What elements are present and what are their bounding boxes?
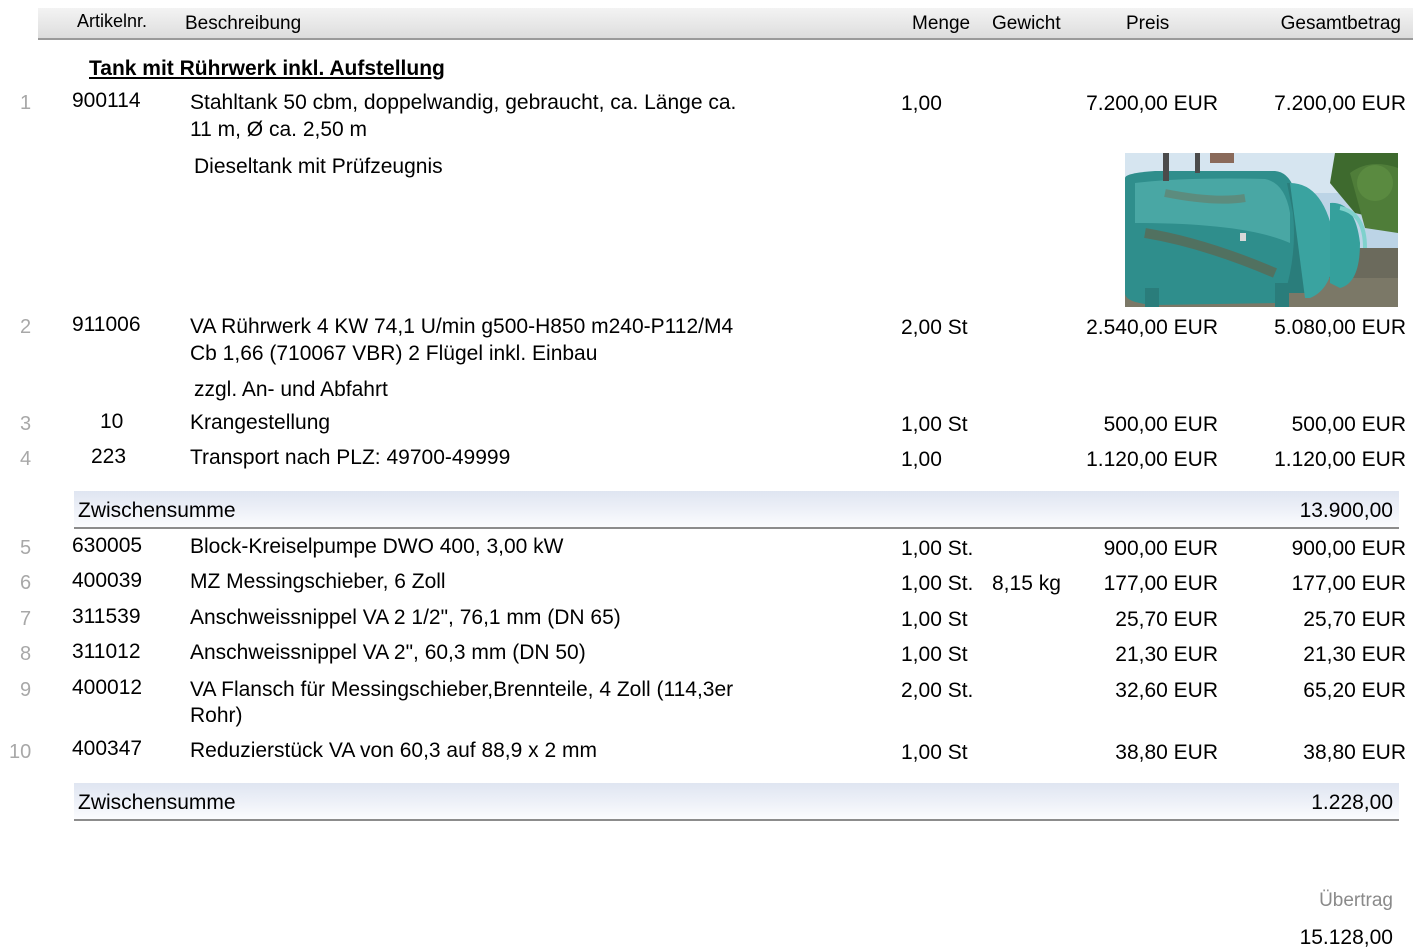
article-number: 630005 bbox=[72, 534, 143, 557]
item-price: 32,60 EUR bbox=[1115, 679, 1218, 702]
item-quantity: 2,00 St bbox=[901, 316, 968, 339]
item-quantity: 1,00 St bbox=[901, 643, 968, 666]
item-description: Anschweissnippel VA 2 1/2", 76,1 mm (DN … bbox=[190, 606, 621, 629]
tank-photo bbox=[1125, 153, 1398, 307]
item-price: 2.540,00 EUR bbox=[1086, 316, 1218, 339]
item-description: VA Flansch für Messingschieber,Brennteil… bbox=[190, 678, 734, 701]
item-price: 7.200,00 EUR bbox=[1086, 92, 1218, 115]
position-number: 10 bbox=[9, 741, 32, 763]
item-total: 38,80 EUR bbox=[1303, 741, 1406, 764]
item-quantity: 1,00 St bbox=[901, 741, 968, 764]
article-number: 400012 bbox=[72, 676, 143, 699]
item-quantity: 2,00 St. bbox=[901, 679, 974, 702]
item-description-cont: Rohr) bbox=[190, 704, 243, 727]
item-total: 25,70 EUR bbox=[1303, 608, 1406, 631]
col-header-preis: Preis bbox=[1126, 13, 1170, 34]
item-price: 38,80 EUR bbox=[1115, 741, 1218, 764]
item-total: 7.200,00 EUR bbox=[1274, 92, 1406, 115]
item-total: 5.080,00 EUR bbox=[1274, 316, 1406, 339]
item-quantity: 1,00 bbox=[901, 92, 942, 115]
item-description-cont: 11 m, Ø ca. 2,50 m bbox=[190, 118, 368, 141]
item-description-cont: Cb 1,66 (710067 VBR) 2 Flügel inkl. Einb… bbox=[190, 342, 598, 365]
item-description: VA Rührwerk 4 KW 74,1 U/min g500-H850 m2… bbox=[190, 315, 734, 338]
item-note: zzgl. An- und Abfahrt bbox=[194, 378, 388, 401]
subtotal-bar bbox=[74, 491, 1399, 529]
carryover-value: 15.128,00 bbox=[1299, 926, 1393, 949]
item-description: Reduzierstück VA von 60,3 auf 88,9 x 2 m… bbox=[190, 739, 597, 762]
col-header-beschreibung: Beschreibung bbox=[185, 13, 302, 34]
position-number: 6 bbox=[20, 572, 32, 594]
carryover-label: Übertrag bbox=[1319, 890, 1393, 911]
section-title: Tank mit Rührwerk inkl. Aufstellung bbox=[89, 57, 445, 80]
item-quantity: 1,00 bbox=[901, 448, 942, 471]
article-number: 400347 bbox=[72, 737, 143, 760]
item-price: 21,30 EUR bbox=[1115, 643, 1218, 666]
item-quantity: 1,00 St bbox=[901, 608, 968, 631]
article-number: 900114 bbox=[72, 89, 141, 112]
position-number: 7 bbox=[20, 608, 32, 630]
position-number: 5 bbox=[20, 537, 32, 559]
item-price: 25,70 EUR bbox=[1115, 608, 1218, 631]
item-description: Block-Kreiselpumpe DWO 400, 3,00 kW bbox=[190, 535, 564, 558]
subtotal-label: Zwischensumme bbox=[78, 499, 236, 522]
item-price: 900,00 EUR bbox=[1103, 537, 1218, 560]
item-total: 21,30 EUR bbox=[1303, 643, 1406, 666]
position-number: 2 bbox=[20, 316, 32, 338]
item-description: Stahltank 50 cbm, doppelwandig, gebrauch… bbox=[190, 91, 737, 114]
item-total: 500,00 EUR bbox=[1291, 413, 1406, 436]
subtotal-label: Zwischensumme bbox=[78, 791, 236, 814]
item-description: MZ Messingschieber, 6 Zoll bbox=[190, 570, 446, 593]
article-number: 911006 bbox=[72, 313, 141, 336]
item-description: Krangestellung bbox=[190, 411, 331, 434]
item-quantity: 1,00 St. bbox=[901, 537, 974, 560]
article-number: 311539 bbox=[72, 605, 141, 628]
article-number: 10 bbox=[100, 410, 124, 433]
article-number: 311012 bbox=[72, 640, 141, 663]
article-number: 400039 bbox=[72, 569, 143, 592]
article-number: 223 bbox=[91, 445, 127, 468]
item-price: 177,00 EUR bbox=[1103, 572, 1218, 595]
position-number: 4 bbox=[20, 448, 32, 470]
item-note: Dieseltank mit Prüfzeugnis bbox=[194, 155, 443, 178]
position-number: 1 bbox=[20, 92, 32, 114]
position-number: 8 bbox=[20, 643, 32, 665]
item-description: Transport nach PLZ: 49700-49999 bbox=[190, 446, 511, 469]
item-total: 1.120,00 EUR bbox=[1274, 448, 1406, 471]
subtotal-value: 13.900,00 bbox=[1299, 499, 1393, 522]
item-total: 177,00 EUR bbox=[1291, 572, 1406, 595]
item-description: Anschweissnippel VA 2", 60,3 mm (DN 50) bbox=[190, 641, 586, 664]
position-number: 3 bbox=[20, 413, 32, 435]
subtotal-bar bbox=[74, 783, 1399, 821]
item-total: 65,20 EUR bbox=[1303, 679, 1406, 702]
item-weight: 8,15 kg bbox=[992, 572, 1061, 595]
item-price: 1.120,00 EUR bbox=[1086, 448, 1218, 471]
subtotal-value: 1.228,00 bbox=[1311, 791, 1393, 814]
col-header-menge: Menge bbox=[912, 13, 971, 34]
position-number: 9 bbox=[20, 679, 32, 701]
col-header-gewicht: Gewicht bbox=[992, 13, 1061, 34]
item-price: 500,00 EUR bbox=[1103, 413, 1218, 436]
item-total: 900,00 EUR bbox=[1291, 537, 1406, 560]
item-quantity: 1,00 St. bbox=[901, 572, 974, 595]
col-header-artikelnr: Artikelnr. bbox=[77, 11, 148, 31]
col-header-gesamtbetrag: Gesamtbetrag bbox=[1280, 13, 1401, 34]
item-quantity: 1,00 St bbox=[901, 413, 968, 436]
